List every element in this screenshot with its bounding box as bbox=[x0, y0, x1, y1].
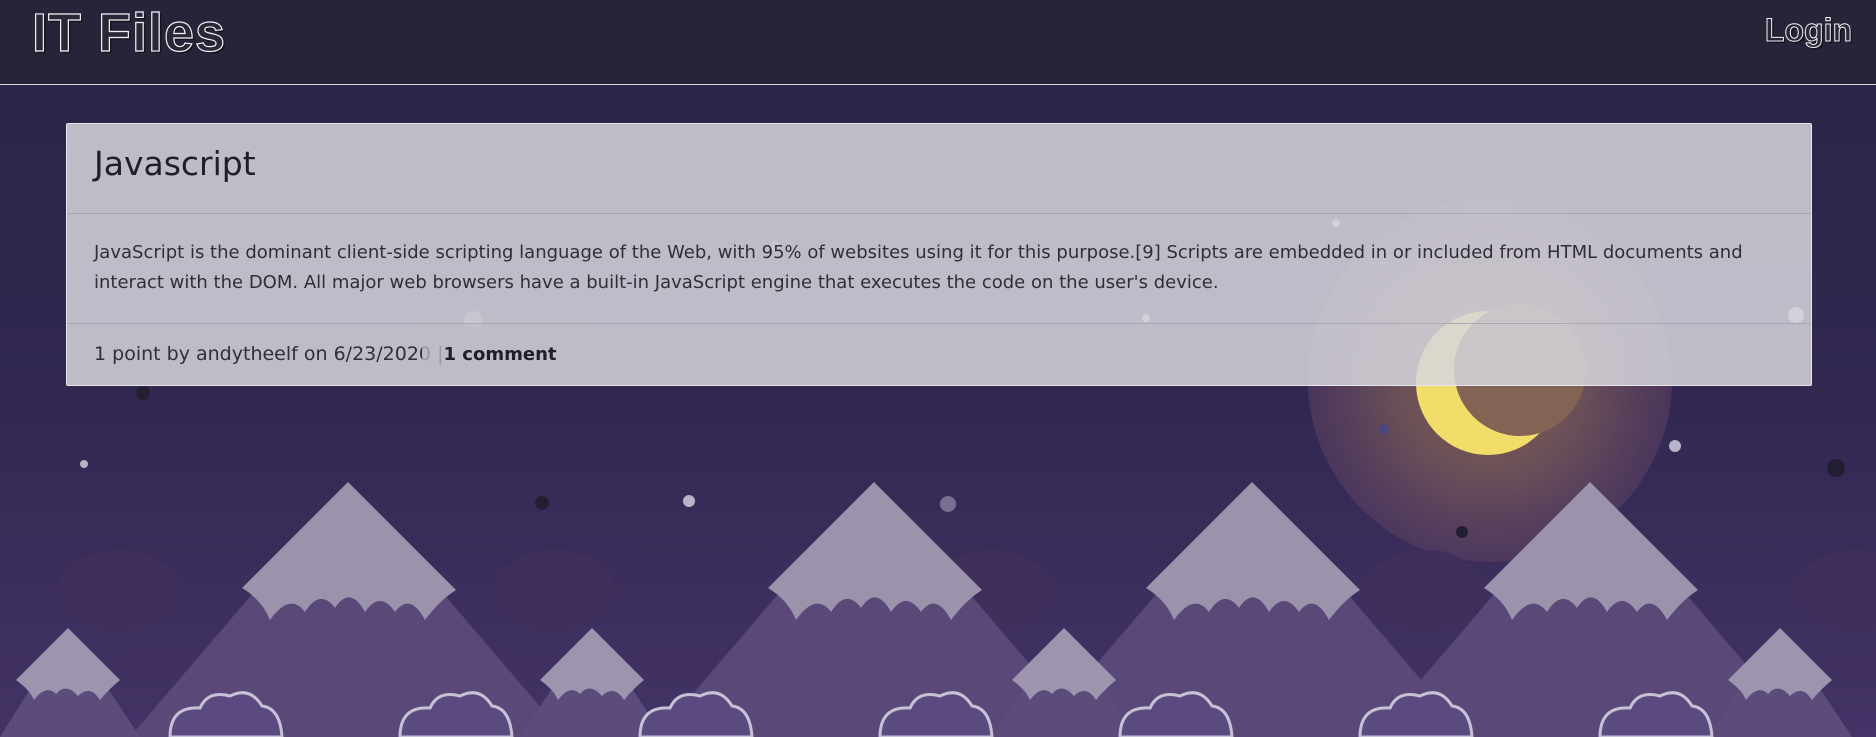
on-label: on bbox=[303, 343, 328, 365]
top-navbar: IT Files Login bbox=[0, 0, 1876, 85]
by-label: by bbox=[166, 343, 190, 365]
post-card: Javascript JavaScript is the dominant cl… bbox=[66, 123, 1812, 386]
post-meta: 1 point by andytheelf on 6/23/2020 | 1 c… bbox=[67, 324, 1811, 386]
post-points: 1 point bbox=[94, 343, 161, 365]
post-card-header: Javascript bbox=[67, 124, 1811, 214]
post-date: 6/23/2020 bbox=[333, 343, 432, 365]
comments-button[interactable]: 1 comment bbox=[422, 324, 578, 384]
post-author[interactable]: andytheelf bbox=[196, 343, 298, 365]
post-body: JavaScript is the dominant client-side s… bbox=[67, 214, 1811, 324]
post-title[interactable]: Javascript bbox=[94, 124, 1811, 204]
login-link[interactable]: Login bbox=[1764, 10, 1852, 50]
site-logo[interactable]: IT Files bbox=[31, 2, 226, 64]
